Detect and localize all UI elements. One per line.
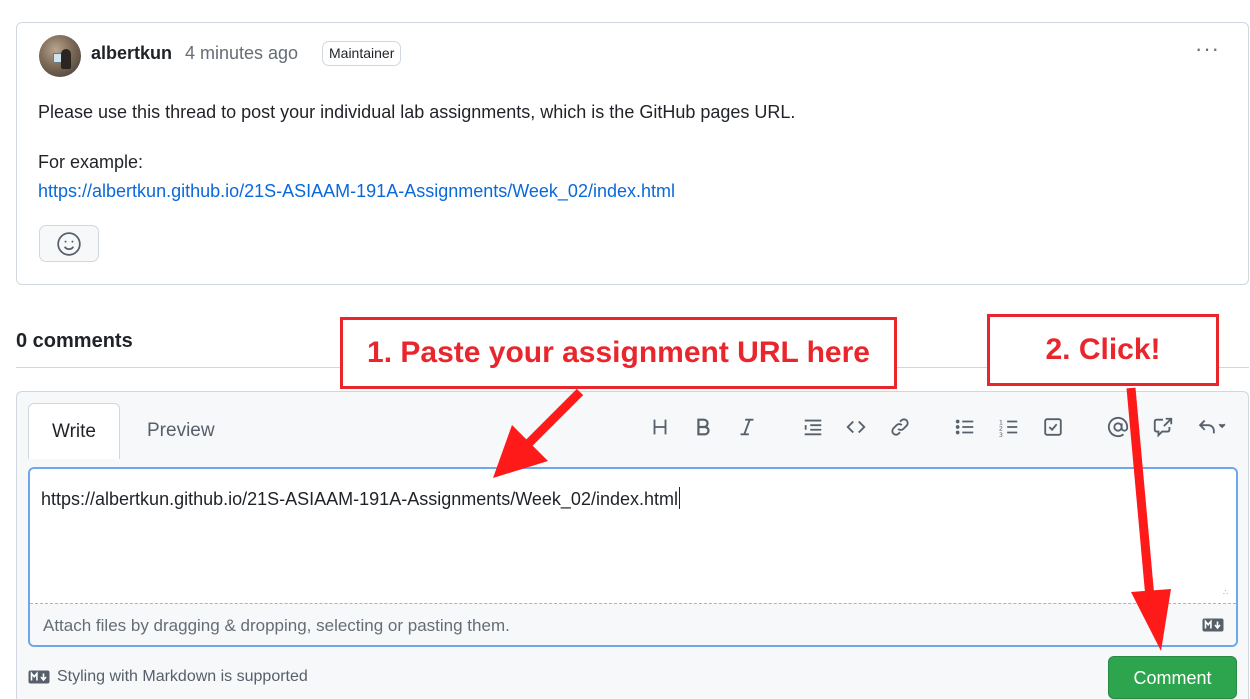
task-list-icon[interactable]: [1040, 414, 1066, 440]
bold-icon[interactable]: [690, 414, 716, 440]
svg-text:3: 3: [999, 431, 1003, 438]
avatar-person: [61, 49, 71, 69]
more-options-icon[interactable]: ···: [1195, 38, 1220, 60]
annotation-step-1: 1. Paste your assignment URL here: [340, 317, 897, 389]
ordered-list-icon[interactable]: 123: [996, 414, 1022, 440]
maintainer-badge: Maintainer: [322, 41, 402, 66]
code-icon[interactable]: [843, 414, 869, 440]
comment-submit-button[interactable]: Comment: [1108, 656, 1237, 699]
tab-preview[interactable]: Preview: [147, 403, 215, 459]
tab-write[interactable]: Write: [28, 403, 120, 459]
discussion-body: Please use this thread to post your indi…: [38, 102, 796, 122]
quote-icon[interactable]: [800, 414, 826, 440]
italic-icon[interactable]: [734, 414, 760, 440]
link-icon[interactable]: [887, 414, 913, 440]
smiley-icon: [57, 231, 81, 256]
textarea-text: https://albertkun.github.io/21S-ASIAAM-1…: [41, 489, 678, 509]
comment-textarea[interactable]: https://albertkun.github.io/21S-ASIAAM-1…: [28, 467, 1238, 647]
author-avatar[interactable]: [39, 35, 81, 77]
heading-icon[interactable]: [647, 414, 673, 440]
resize-grip-icon[interactable]: ∴: [1223, 589, 1233, 600]
example-link[interactable]: https://albertkun.github.io/21S-ASIAAM-1…: [38, 181, 675, 202]
markdown-icon: [28, 670, 50, 684]
mention-icon[interactable]: [1105, 414, 1131, 440]
attach-hint: Attach files by dragging & dropping, sel…: [43, 616, 510, 635]
add-reaction-button[interactable]: [39, 225, 99, 262]
annotation-step-2: 2. Click!: [987, 314, 1219, 386]
cross-reference-icon[interactable]: [1150, 414, 1176, 440]
markdown-note[interactable]: Styling with Markdown is supported: [28, 668, 308, 686]
markdown-icon: [1202, 618, 1224, 632]
saved-replies-icon[interactable]: [1194, 414, 1230, 440]
unordered-list-icon[interactable]: [952, 414, 978, 440]
example-label: For example:: [38, 152, 144, 172]
discussion-card: albertkun 4 minutes ago Maintainer ··· P…: [16, 22, 1249, 285]
author-name[interactable]: albertkun: [91, 43, 172, 64]
markdown-note-text: Styling with Markdown is supported: [57, 668, 308, 685]
comment-textarea-value: https://albertkun.github.io/21S-ASIAAM-1…: [41, 487, 680, 510]
post-timestamp[interactable]: 4 minutes ago: [185, 43, 298, 64]
comment-editor: Write Preview 123 https://albertkun.gith…: [16, 391, 1249, 699]
text-caret: [679, 487, 680, 509]
file-attachment-bar[interactable]: Attach files by dragging & dropping, sel…: [30, 603, 1236, 645]
comments-count: 0 comments: [16, 330, 133, 352]
